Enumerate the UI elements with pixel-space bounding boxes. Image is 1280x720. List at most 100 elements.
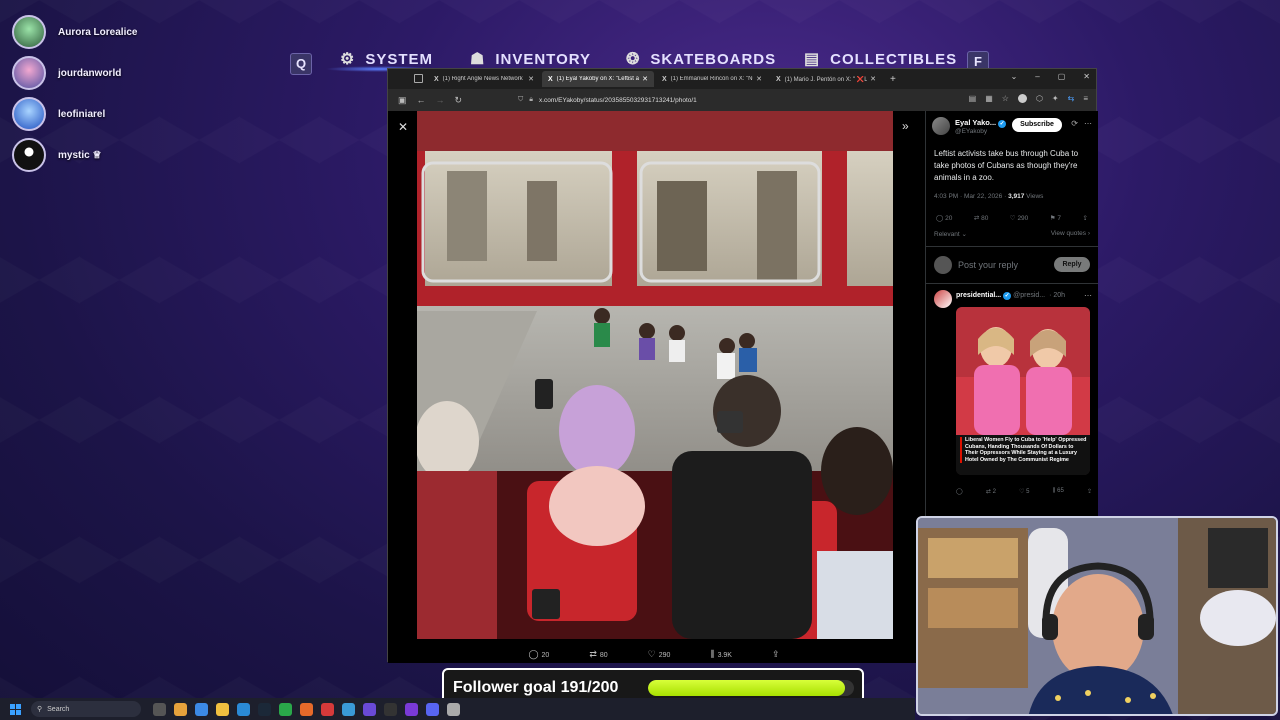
close-icon[interactable]: ✕ <box>398 120 408 134</box>
author-handle[interactable]: @EYakoby <box>955 128 987 135</box>
menu-skateboards[interactable]: ❂ SKATEBOARDS <box>626 49 776 69</box>
reply-action[interactable]: ◯ 20 <box>528 649 549 660</box>
firefox-icon[interactable] <box>300 702 313 716</box>
folder-icon[interactable] <box>195 702 208 716</box>
puzzle-icon[interactable]: ✦ <box>1052 94 1059 103</box>
share-icon[interactable]: ⇪ <box>1083 214 1088 222</box>
tab-label: (1) Emmanuel Rincón on X: "Nu <box>670 76 754 82</box>
reply-button[interactable]: Reply <box>1054 257 1090 272</box>
avatar[interactable] <box>934 290 952 308</box>
views-action[interactable]: ⫼ 3.9K <box>710 649 732 660</box>
back-icon[interactable]: ← <box>417 95 426 105</box>
grok-icon[interactable]: ⟳ <box>1071 119 1078 128</box>
app-icon[interactable] <box>363 702 376 716</box>
steam-icon[interactable] <box>258 702 271 716</box>
browser-tab[interactable]: X (1) Mario J. Pentón on X: " ❌Lo ✕ <box>770 71 882 87</box>
tweet-meta: 4:03 PM · Mar 22, 2026 · 3,917 Views <box>926 193 1098 200</box>
bus-photo-illustration <box>417 111 893 639</box>
cards-icon: ▤ <box>804 51 821 68</box>
menu-icon[interactable]: ≡ <box>1083 94 1088 103</box>
close-icon[interactable]: ✕ <box>528 75 534 83</box>
close-icon[interactable]: ✕ <box>756 75 762 83</box>
brave-icon[interactable] <box>321 702 334 716</box>
app-icon[interactable] <box>342 702 355 716</box>
repost-stat[interactable]: ⇄ 2 <box>986 488 996 495</box>
chevron-down-icon[interactable]: ⌄ <box>1011 72 1018 81</box>
heart-icon: ♡ <box>647 648 656 659</box>
xbox-icon[interactable] <box>279 702 292 716</box>
webcam-overlay <box>916 516 1278 716</box>
verified-icon: ✓ <box>998 120 1007 128</box>
author-name[interactable]: Eyal Yako... ✓ <box>955 118 1007 128</box>
account-icon[interactable] <box>1017 94 1027 103</box>
app-icon[interactable] <box>405 702 418 716</box>
share-icon[interactable]: ⇪ <box>1087 488 1092 495</box>
views-stat[interactable]: ⫼ 65 <box>1053 488 1064 495</box>
browser-tab[interactable]: X (1) Emmanuel Rincón on X: "Nu ✕ <box>656 71 768 87</box>
x-logo-icon: X <box>434 75 439 83</box>
chrome-icon[interactable] <box>174 702 187 716</box>
like-action[interactable]: ♡ 290 <box>648 649 671 660</box>
minimize-icon[interactable]: – <box>1035 72 1039 81</box>
reply-stat[interactable]: ◯ <box>956 488 963 495</box>
like-count: 5 <box>1026 489 1030 495</box>
more-icon[interactable]: ⋯ <box>1084 119 1092 128</box>
close-icon[interactable]: ✕ <box>870 75 876 83</box>
subscribe-button[interactable]: Subscribe <box>1012 118 1062 132</box>
translate-icon[interactable]: ⇆ <box>1068 94 1075 103</box>
app-icon[interactable] <box>447 702 460 716</box>
star-icon[interactable]: ☆ <box>1002 94 1009 103</box>
url-field[interactable]: ⛉ 🔒︎ x.com/EYakoby/status/20358550329317… <box>518 93 918 107</box>
bar-chart-icon: ⫼ <box>710 648 715 659</box>
menu-label: SKATEBOARDS <box>650 50 777 68</box>
reply-author[interactable]: presidential... ✓ @presid... · 20h <box>956 292 1065 300</box>
sidebar-toggle-icon[interactable]: ▣ <box>398 95 407 106</box>
q-key-badge[interactable]: Q <box>290 53 312 75</box>
close-window-icon[interactable]: ✕ <box>1083 72 1090 81</box>
reload-icon[interactable]: ↻ <box>455 95 463 106</box>
terminal-icon[interactable] <box>384 702 397 716</box>
edge-icon[interactable] <box>237 702 250 716</box>
menu-collectibles[interactable]: ▤ COLLECTIBLES <box>804 49 957 69</box>
discord-icon[interactable] <box>426 702 439 716</box>
explorer-icon[interactable] <box>216 702 229 716</box>
x-logo-icon: X <box>548 75 553 83</box>
forward-icon[interactable]: → <box>436 95 445 105</box>
menu-inventory[interactable]: ☗ INVENTORY <box>470 49 591 69</box>
maximize-icon[interactable]: ▢ <box>1058 72 1066 81</box>
like-stat[interactable]: ♡ 290 <box>1010 214 1029 222</box>
reply-tweet[interactable]: presidential... ✓ @presid... · 20h ⋯ Liber… <box>926 284 1098 495</box>
reply-count: 20 <box>945 215 953 222</box>
tweet-time[interactable]: 4:03 PM · Mar 22, 2026 · <box>934 193 1006 200</box>
reply-stat[interactable]: ◯ 20 <box>936 214 952 222</box>
reader-icon[interactable]: ▤ <box>969 94 977 103</box>
reply-count: 20 <box>541 651 550 659</box>
screenshot-icon[interactable]: ▦ <box>985 94 993 103</box>
like-stat[interactable]: ♡ 5 <box>1019 488 1029 495</box>
avatar[interactable] <box>932 117 950 135</box>
viewer-name: Aurora Lorealice <box>58 26 138 38</box>
share-action[interactable]: ⇪ <box>772 649 783 660</box>
reply-image[interactable]: Liberal Women Fly to Cuba to 'Help' Oppr… <box>956 307 1090 475</box>
browser-tab-active[interactable]: X (1) Eyal Yakoby on X: "Leftist ac ✕ <box>542 71 654 87</box>
taskbar-search[interactable]: ⚲ Search <box>31 701 141 717</box>
new-tab-icon[interactable]: + <box>890 74 896 85</box>
collapse-panel-icon[interactable]: » <box>902 119 909 133</box>
reply-input[interactable]: Post your reply <box>958 260 1018 270</box>
view-quotes-link[interactable]: View quotes › <box>1051 230 1090 238</box>
author-name-text: Eyal Yako... <box>955 118 997 127</box>
repost-action[interactable]: ⇄ 80 <box>589 649 607 660</box>
extension-icon[interactable]: ⬡ <box>1036 94 1043 103</box>
browser-tab[interactable]: X (1) Right Angle News Network ✕ <box>428 71 540 87</box>
task-view-icon[interactable] <box>153 702 166 716</box>
more-icon[interactable]: ⋯ <box>1084 291 1092 300</box>
address-bar: ▣ ← → ↻ ⛉ 🔒︎ x.com/EYakoby/status/203585… <box>388 89 1096 111</box>
sort-dropdown[interactable]: Relevant ⌄ <box>934 230 967 238</box>
close-icon[interactable]: ✕ <box>642 75 648 83</box>
menu-system[interactable]: ⚙ SYSTEM <box>340 49 433 69</box>
webcam-illustration <box>918 518 1276 714</box>
tab-actions-icon[interactable] <box>414 74 423 83</box>
repost-stat[interactable]: ⇄ 80 <box>974 214 989 222</box>
windows-start-icon[interactable] <box>10 703 21 715</box>
bookmark-stat[interactable]: ⚑ 7 <box>1050 214 1061 222</box>
